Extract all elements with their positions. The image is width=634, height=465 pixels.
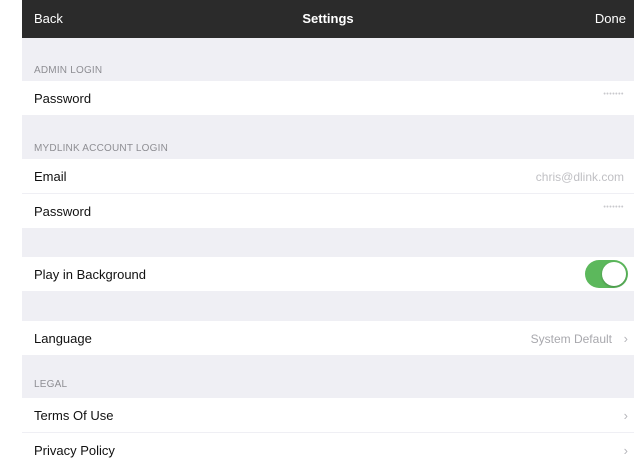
- play-in-background-toggle[interactable]: [585, 260, 628, 288]
- mydlink-password-field[interactable]: •••••••: [603, 204, 624, 211]
- done-button[interactable]: Done: [595, 11, 626, 26]
- mydlink-password-row[interactable]: Password •••••••: [22, 194, 634, 228]
- language-label: Language: [34, 331, 92, 346]
- settings-screen: Back Settings Done ADMIN LOGIN Password …: [22, 0, 634, 465]
- terms-of-use-row[interactable]: Terms Of Use ›: [22, 398, 634, 432]
- admin-password-field[interactable]: •••••••: [603, 91, 624, 98]
- chevron-right-icon: ›: [623, 331, 628, 346]
- navigation-bar: Back Settings Done: [22, 0, 634, 38]
- page-title: Settings: [302, 11, 354, 26]
- chevron-right-icon: ›: [623, 443, 628, 458]
- play-in-background-label: Play in Background: [34, 267, 147, 282]
- mydlink-email-row[interactable]: Email chris@dlink.com: [22, 159, 634, 193]
- mydlink-email-label: Email: [34, 169, 67, 184]
- toggle-knob: [602, 262, 626, 286]
- section-header-legal: LEGAL: [34, 379, 68, 390]
- language-value: System Default: [530, 332, 612, 346]
- terms-of-use-label: Terms Of Use: [34, 408, 114, 423]
- language-row[interactable]: Language System Default ›: [22, 321, 634, 355]
- privacy-policy-label: Privacy Policy: [34, 443, 115, 458]
- section-header-admin-login: ADMIN LOGIN: [34, 65, 103, 76]
- play-in-background-row: Play in Background: [22, 257, 634, 291]
- mydlink-password-label: Password: [34, 204, 92, 219]
- section-header-mydlink-login: MYDLINK ACCOUNT LOGIN: [34, 143, 169, 154]
- admin-password-label: Password: [34, 91, 92, 106]
- chevron-right-icon: ›: [623, 408, 628, 423]
- privacy-policy-row[interactable]: Privacy Policy ›: [22, 433, 634, 465]
- mydlink-email-field[interactable]: chris@dlink.com: [536, 170, 624, 184]
- admin-password-row[interactable]: Password •••••••: [22, 81, 634, 115]
